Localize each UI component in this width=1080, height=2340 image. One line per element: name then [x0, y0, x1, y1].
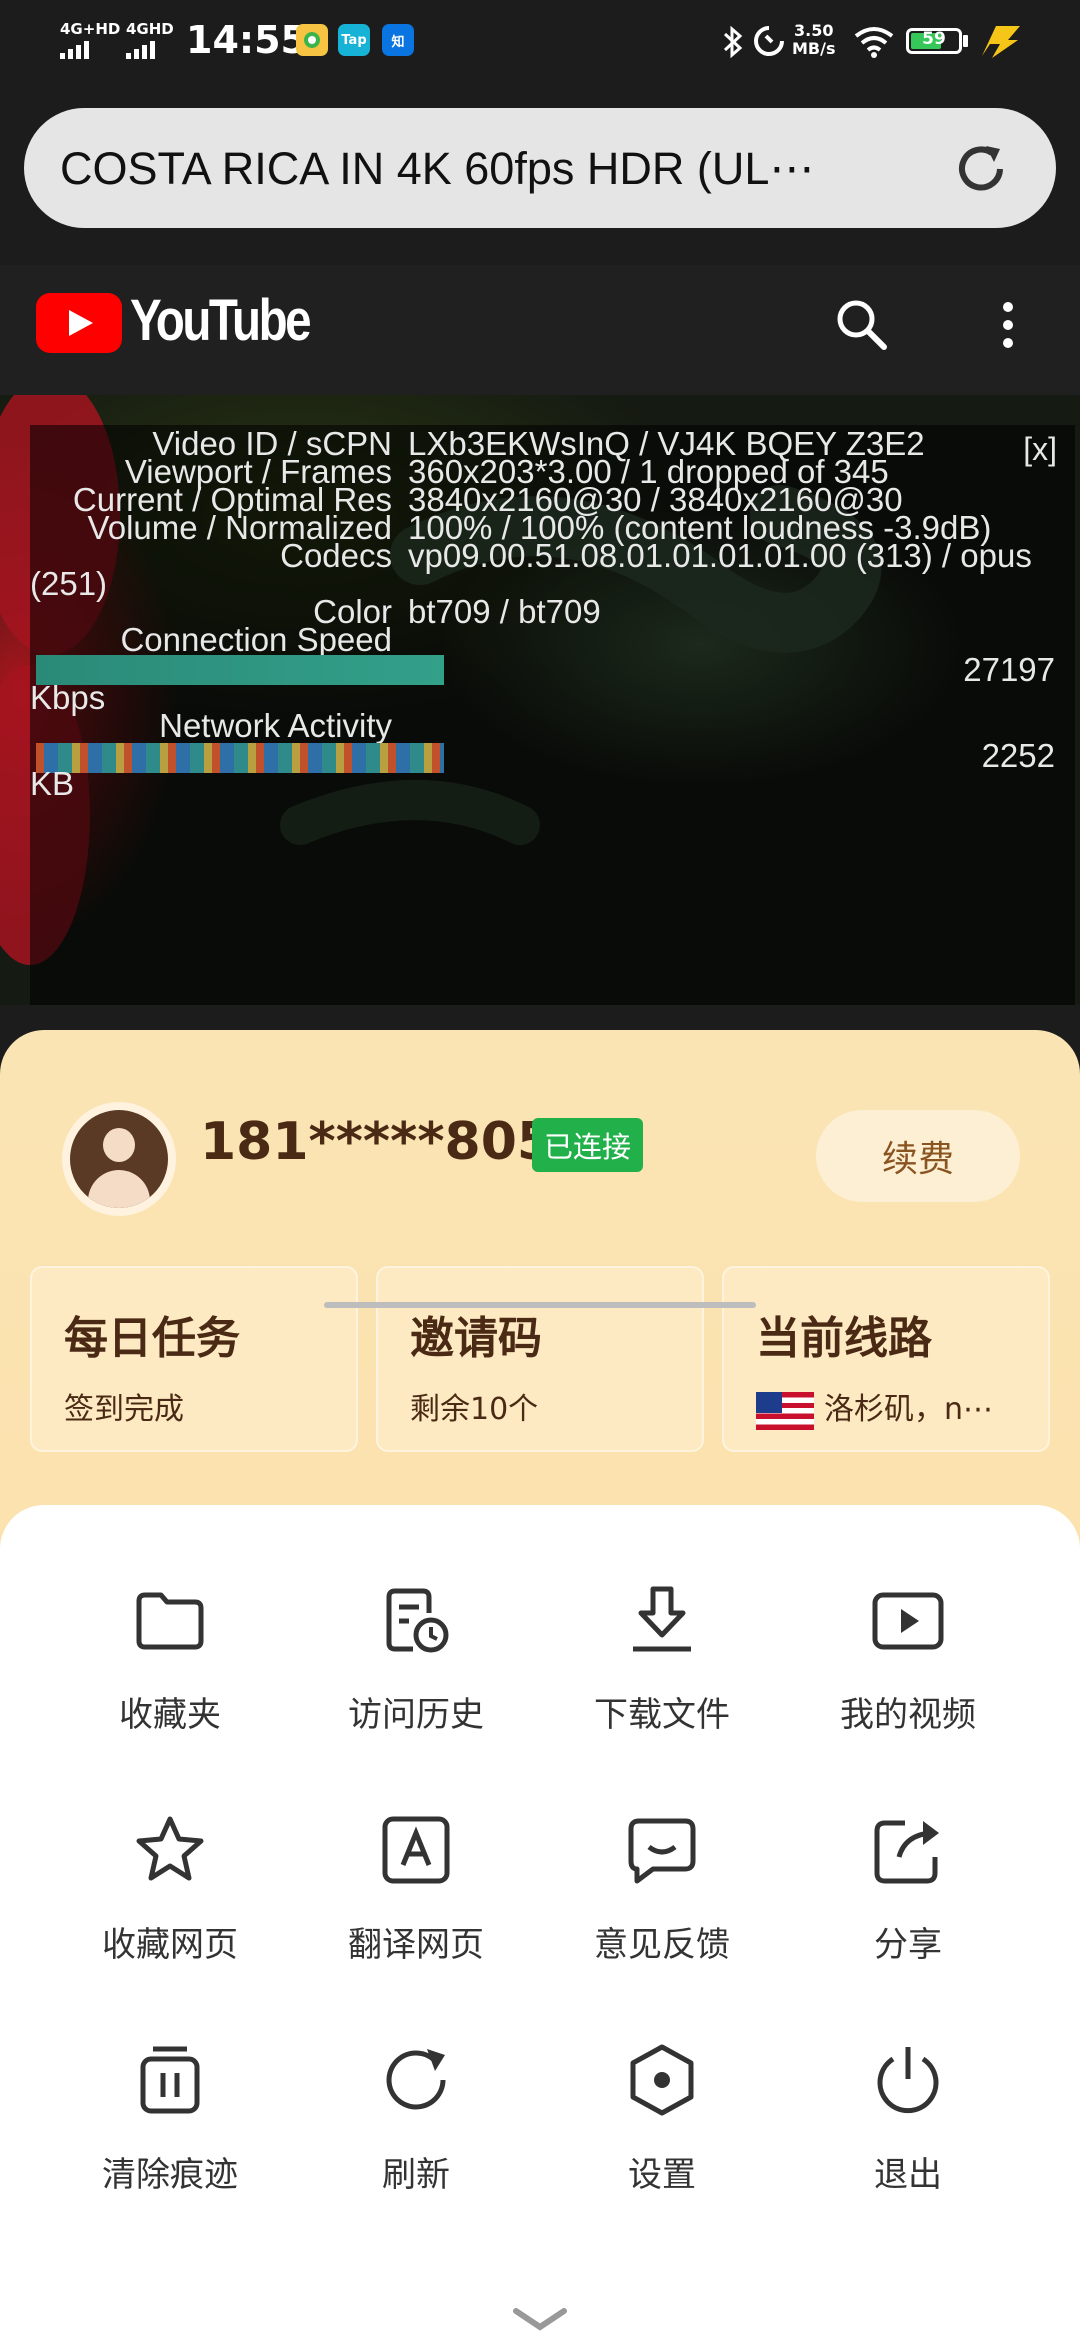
- menu-label: 访问历史: [348, 1695, 484, 1735]
- search-icon[interactable]: [830, 293, 894, 357]
- connection-status-badge: 已连接: [532, 1118, 644, 1172]
- menu-label: 翻译网页: [348, 1925, 484, 1965]
- stats-unit-network: KB: [30, 765, 75, 802]
- card-title: 每日任务: [64, 1313, 240, 1364]
- network-activity-graph: [36, 743, 444, 773]
- stats-label-connection: Connection Speed: [120, 621, 392, 658]
- menu-label: 清除痕迹: [102, 2155, 238, 2195]
- app-badge-icon: [296, 24, 328, 56]
- menu-item-my-videos[interactable]: 我的视频: [808, 1577, 1008, 1736]
- menu-label: 刷新: [382, 2155, 450, 2195]
- feedback-icon: [628, 1818, 696, 1884]
- video-icon: [872, 1592, 944, 1650]
- zhihu-icon: 知: [382, 24, 414, 56]
- menu-item-refresh[interactable]: 刷新: [316, 2037, 516, 2196]
- menu-item-share[interactable]: 分享: [808, 1807, 1008, 1966]
- charging-icon: [982, 26, 1020, 58]
- more-options-icon[interactable]: [990, 297, 1026, 357]
- card-title: 当前线路: [756, 1313, 932, 1364]
- refresh-icon: [386, 2049, 446, 2110]
- status-bar: 4G+HD 4GHD 14:55 Tap 知 3.50 MB/s 59: [0, 0, 1080, 84]
- stats-value-network: 2252: [981, 737, 1055, 774]
- signal-sim2: 4GHD: [126, 22, 174, 59]
- net-speed-unit: MB/s: [792, 39, 836, 58]
- vpn-menu-sheet: 181*****805 已连接 续费 每日任务 签到完成 邀请码 剩余10个 当…: [0, 1030, 1080, 2340]
- card-subtitle: 剩余10个: [410, 1392, 539, 1427]
- menu-item-feedback[interactable]: 意见反馈: [562, 1807, 762, 1966]
- sim2-label: 4GHD: [126, 20, 174, 38]
- menu-label: 分享: [874, 1925, 942, 1965]
- menu-grid: 收藏夹 访问历史 下载文件 我的视频 收藏网页 翻译网页 意见反馈 分享 清除痕…: [0, 1505, 1080, 2340]
- menu-item-bookmark-page[interactable]: 收藏网页: [70, 1807, 270, 1966]
- menu-item-settings[interactable]: 设置: [562, 2037, 762, 2196]
- battery-icon: 59: [906, 28, 962, 54]
- stats-value-connection: 27197: [963, 651, 1055, 688]
- avatar[interactable]: [62, 1102, 176, 1216]
- home-indicator[interactable]: [324, 1302, 756, 1308]
- taptap-icon: Tap: [338, 24, 370, 56]
- sim1-label: 4G+HD: [60, 20, 121, 38]
- menu-label: 收藏夹: [119, 1695, 221, 1735]
- stats-value-color: bt709 / bt709: [408, 593, 601, 630]
- us-flag-icon: [756, 1391, 814, 1430]
- card-title: 邀请码: [410, 1313, 542, 1364]
- settings-icon: [630, 2044, 694, 2116]
- menu-label: 设置: [628, 2155, 696, 2195]
- clock: 14:55: [186, 18, 307, 62]
- stats-label: Network Activity: [30, 707, 392, 747]
- menu-label: 收藏网页: [102, 1925, 238, 1965]
- youtube-wordmark[interactable]: YouTube: [130, 287, 312, 354]
- power-icon: [877, 2047, 939, 2114]
- stats-close-button[interactable]: [x]: [1023, 431, 1057, 468]
- menu-label: 意见反馈: [594, 1925, 730, 1965]
- menu-label: 下载文件: [594, 1695, 730, 1735]
- menu-item-translate[interactable]: 翻译网页: [316, 1807, 516, 1966]
- url-text[interactable]: COSTA RICA IN 4K 60fps HDR (UL⋯: [60, 142, 814, 195]
- signal-bars-icon: [60, 41, 120, 59]
- menu-label: 退出: [874, 2155, 942, 2195]
- stats-value-codecs: vp09.00.51.08.01.01.01.01.00 (313) / opu…: [408, 537, 1032, 574]
- wifi-icon: [854, 27, 894, 58]
- menu-item-exit[interactable]: 退出: [808, 2037, 1008, 2196]
- chevron-down-icon[interactable]: [512, 2305, 568, 2335]
- menu-item-clear-traces[interactable]: 清除痕迹: [70, 2037, 270, 2196]
- net-speed-value: 3.50: [794, 21, 834, 40]
- battery-tip: [963, 35, 968, 47]
- signal-bars-icon: [126, 41, 174, 59]
- card-subtitle: 签到完成: [64, 1392, 184, 1427]
- menu-label: 我的视频: [840, 1695, 976, 1735]
- menu-item-favorites[interactable]: 收藏夹: [70, 1577, 270, 1736]
- card-daily-task[interactable]: 每日任务 签到完成: [30, 1266, 358, 1452]
- youtube-logo-icon[interactable]: [36, 293, 122, 353]
- reload-icon[interactable]: [950, 138, 1012, 200]
- video-player[interactable]: [x] Video ID / sCPN LXb3EKWsInQ / VJ4K B…: [0, 395, 1080, 1005]
- signal-sim1: 4G+HD: [60, 22, 120, 59]
- account-phone: 181*****805: [200, 1112, 554, 1172]
- data-saver-icon: [754, 26, 784, 56]
- route-name: 洛杉矶，n⋯: [824, 1392, 994, 1427]
- card-invite-code[interactable]: 邀请码 剩余10个: [376, 1266, 704, 1452]
- network-speed: 3.50 MB/s: [792, 22, 835, 58]
- translate-icon: [382, 1816, 450, 1884]
- card-subtitle-route: 洛杉矶，n⋯: [756, 1384, 993, 1430]
- share-icon: [874, 1820, 939, 1884]
- renew-button[interactable]: 续费: [816, 1110, 1020, 1202]
- stats-label-network: Network Activity: [159, 707, 392, 744]
- url-bar[interactable]: COSTA RICA IN 4K 60fps HDR (UL⋯: [24, 108, 1056, 228]
- card-current-route[interactable]: 当前线路 洛杉矶，n⋯: [722, 1266, 1050, 1452]
- battery-level: 59: [922, 29, 946, 49]
- download-icon: [633, 1586, 691, 1652]
- bluetooth-icon: [723, 25, 743, 59]
- stats-label-codecs: Codecs: [280, 537, 392, 574]
- stats-for-nerds-panel: [x] Video ID / sCPN LXb3EKWsInQ / VJ4K B…: [30, 425, 1075, 1005]
- history-icon: [386, 1588, 449, 1653]
- folder-icon: [136, 1592, 204, 1650]
- trash-icon: [140, 2046, 200, 2114]
- menu-item-downloads[interactable]: 下载文件: [562, 1577, 762, 1736]
- menu-item-history[interactable]: 访问历史: [316, 1577, 516, 1736]
- youtube-header: YouTube: [0, 265, 1080, 395]
- star-icon: [136, 1816, 204, 1881]
